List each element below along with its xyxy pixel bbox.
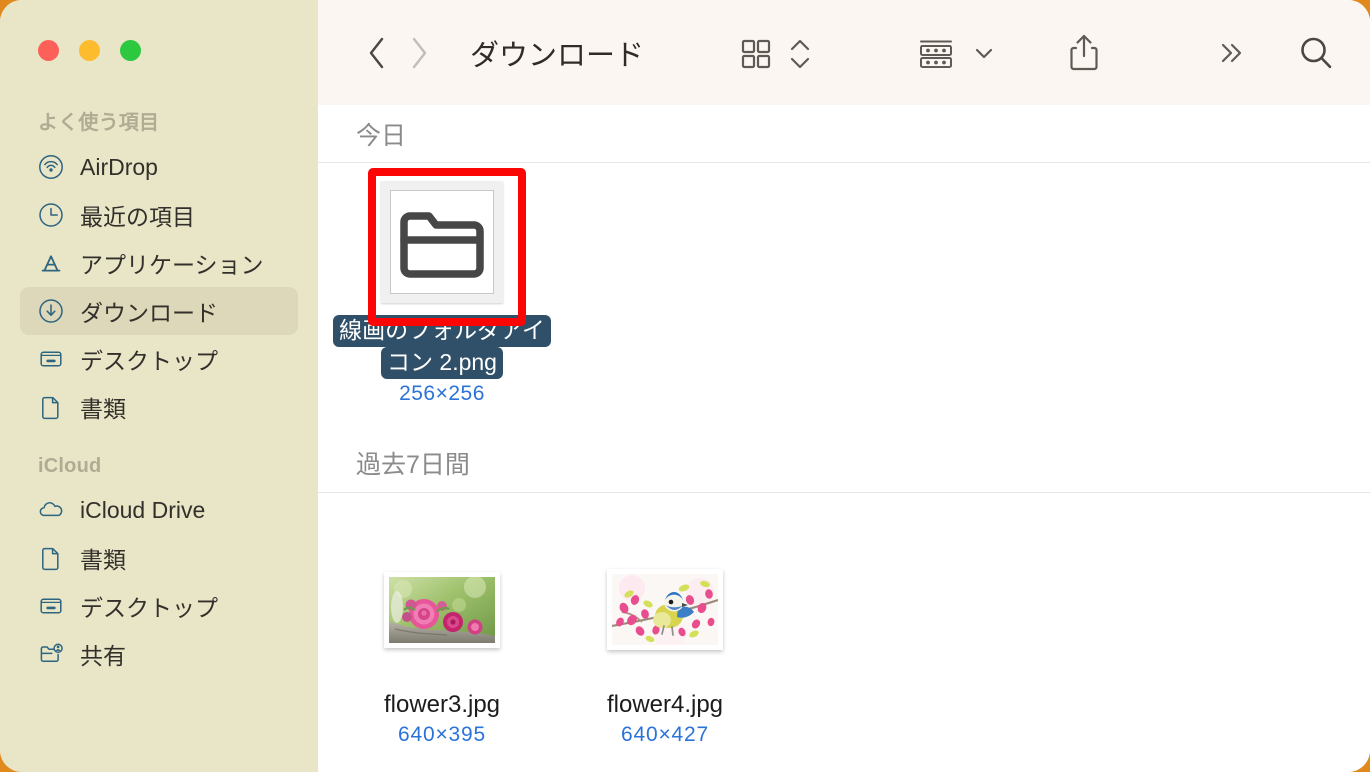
group-by-icon[interactable]: [914, 27, 958, 79]
file-thumbnail[interactable]: [377, 545, 507, 675]
sidebar-item-label: デスクトップ: [80, 595, 218, 621]
finder-window: よく使う項目 AirDrop 最近の項目 アプリケーション ダウンロード デスク…: [0, 0, 1370, 772]
toolbar: ダウンロード: [318, 0, 1370, 105]
shared-folder-icon: [38, 641, 64, 667]
main-pane: ダウンロード 今日 線画のフォルダアイ コン 2.png 256×256 過去7…: [318, 0, 1370, 772]
chevron-up-down-icon[interactable]: [788, 27, 812, 79]
forward-button[interactable]: [398, 29, 440, 77]
back-button[interactable]: [356, 29, 398, 77]
sidebar-item-icloud-documents[interactable]: 書類: [20, 534, 298, 582]
file-dimensions: 640×427: [621, 722, 709, 746]
page-title: ダウンロード: [470, 39, 645, 72]
file-name-line-2: コン 2.png: [381, 346, 503, 379]
bluetit-photo-thumbnail: [607, 569, 723, 651]
sidebar-scroll-area: よく使う項目 AirDrop 最近の項目 アプリケーション ダウンロード デスク…: [0, 100, 318, 772]
roses-photo-thumbnail: [384, 571, 500, 648]
chevron-down-icon[interactable]: [972, 27, 996, 79]
file-name-line-1: 線画のフォルダアイ: [333, 315, 551, 347]
sidebar-item-recents[interactable]: 最近の項目: [20, 191, 298, 239]
document-icon: [38, 394, 64, 420]
file-dimensions: 640×395: [398, 722, 486, 746]
downloads-icon: [38, 298, 64, 324]
sidebar: よく使う項目 AirDrop 最近の項目 アプリケーション ダウンロード デスク…: [0, 0, 318, 772]
sidebar-item-label: 共有: [80, 643, 126, 669]
group-by-control-group: [914, 27, 996, 79]
sidebar-item-label: アプリケーション: [80, 252, 264, 278]
file-thumbnail[interactable]: [600, 545, 730, 675]
thumbnail-inner-frame: [390, 190, 494, 294]
sidebar-item-icloud-desktop[interactable]: デスクトップ: [20, 582, 298, 630]
close-button[interactable]: [38, 40, 59, 61]
document-icon: [38, 545, 64, 571]
file-grid: 今日 線画のフォルダアイ コン 2.png 256×256 過去7日間 flow…: [318, 105, 1370, 772]
search-icon[interactable]: [1296, 27, 1336, 79]
file-name: flower4.jpg: [606, 690, 724, 718]
sidebar-item-label: iCloud Drive: [80, 496, 206, 523]
sidebar-item-shared[interactable]: 共有: [20, 630, 298, 678]
clock-icon: [38, 202, 64, 228]
sidebar-item-label: デスクトップ: [80, 348, 218, 374]
group-items-today: 線画のフォルダアイ コン 2.png 256×256: [318, 163, 1370, 406]
file-thumbnail-highlighted[interactable]: [368, 168, 526, 326]
group-items-past-7-days: flower3.jpg 640×395 flower4.jpg 640×427: [318, 493, 1370, 747]
airdrop-icon: [38, 154, 64, 180]
file-item[interactable]: 線画のフォルダアイ コン 2.png 256×256: [333, 168, 551, 406]
group-header-past-7-days: 過去7日間: [318, 435, 1370, 493]
maximize-button[interactable]: [120, 40, 141, 61]
cloud-icon: [38, 497, 64, 523]
file-dimensions: 256×256: [399, 381, 485, 405]
sidebar-item-label: 書類: [80, 547, 126, 573]
share-button[interactable]: [1066, 27, 1102, 79]
sidebar-item-applications[interactable]: アプリケーション: [20, 239, 298, 287]
file-name: flower3.jpg: [383, 690, 501, 718]
sidebar-item-icloud-drive[interactable]: iCloud Drive: [20, 486, 298, 534]
folder-line-art-thumbnail: [381, 181, 503, 303]
more-toolbar-items-icon[interactable]: [1214, 27, 1248, 79]
file-item[interactable]: flower3.jpg 640×395: [344, 545, 540, 747]
sidebar-section-header-icloud: iCloud: [38, 455, 102, 477]
sidebar-item-label: 最近の項目: [80, 204, 195, 230]
desktop-icon: [38, 346, 64, 372]
desktop-icon: [38, 593, 64, 619]
bluetit-photo: [612, 574, 718, 646]
file-name-block[interactable]: 線画のフォルダアイ コン 2.png: [333, 315, 551, 379]
sidebar-item-downloads[interactable]: ダウンロード: [20, 287, 298, 335]
grid-view-icon[interactable]: [736, 27, 776, 79]
folder-icon: [400, 212, 484, 278]
view-control-group: [736, 27, 812, 79]
sidebar-item-label: ダウンロード: [80, 300, 218, 326]
roses-photo: [389, 576, 495, 643]
minimize-button[interactable]: [79, 40, 100, 61]
traffic-light-buttons: [38, 40, 141, 61]
sidebar-item-label: AirDrop: [80, 153, 158, 180]
sidebar-item-documents[interactable]: 書類: [20, 383, 298, 431]
sidebar-section-header-favorites: よく使う項目: [38, 112, 160, 134]
sidebar-item-airdrop[interactable]: AirDrop: [20, 143, 298, 191]
file-item[interactable]: flower4.jpg 640×427: [567, 545, 763, 747]
applications-icon: [38, 250, 64, 276]
sidebar-item-label: 書類: [80, 396, 126, 422]
sidebar-item-desktop[interactable]: デスクトップ: [20, 335, 298, 383]
group-header-today: 今日: [318, 105, 1370, 163]
